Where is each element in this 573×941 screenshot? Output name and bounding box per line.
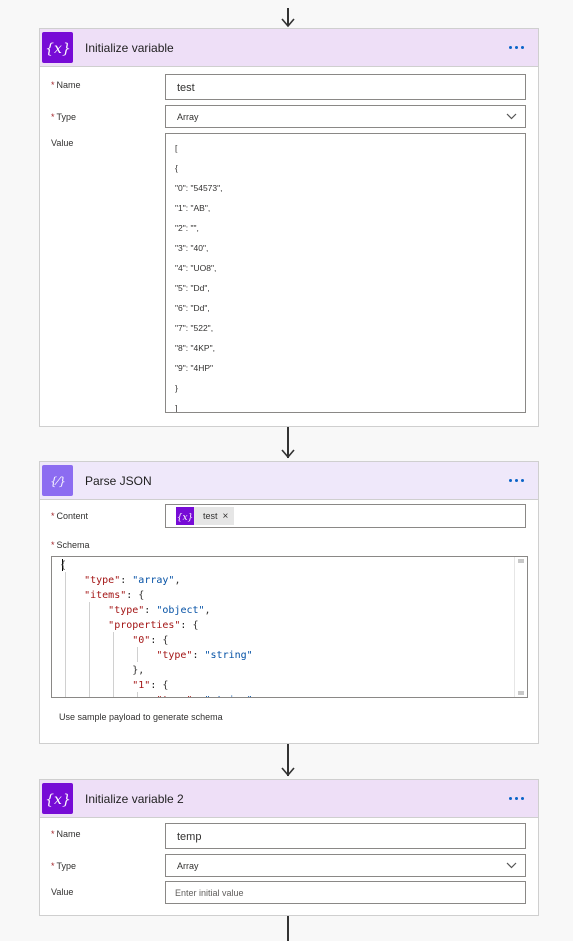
name-field[interactable]: test	[165, 74, 526, 100]
variable-brace-icon: {x}	[176, 507, 194, 525]
value-line: "1": "AB",	[175, 203, 211, 213]
card-title: Initialize variable 2	[85, 791, 184, 806]
schema-line: "type": "object",	[108, 605, 211, 616]
value-line: "2": "",	[175, 223, 199, 233]
token-label: test	[203, 511, 218, 521]
svg-text:{x}: {x}	[46, 792, 70, 808]
value-label: Value	[51, 138, 74, 148]
schema-line: {	[60, 560, 67, 571]
value-line: [	[175, 143, 178, 153]
value-line: ]	[175, 403, 178, 413]
name-label: * Name	[51, 80, 81, 90]
card-header[interactable]: {x} Initialize variable 2	[40, 780, 538, 818]
name-field[interactable]: temp	[165, 823, 526, 849]
content-label: * Content	[51, 511, 89, 521]
down-arrow-icon	[281, 8, 295, 28]
type-select[interactable]: Array	[165, 105, 526, 128]
parse-json-icon: {⁄}	[42, 465, 73, 496]
content-field[interactable]: {x} test ×	[165, 504, 526, 528]
down-arrow-icon	[281, 916, 295, 941]
initialize-variable-card: {x} Initialize variable * Name test * Type…	[39, 28, 539, 427]
card-title: Initialize variable	[85, 40, 174, 55]
more-dots-icon[interactable]	[502, 789, 530, 809]
close-icon[interactable]: ×	[223, 511, 229, 522]
card-header[interactable]: {x} Initialize variable	[40, 29, 538, 67]
schema-line: "1": {	[132, 680, 169, 691]
schema-scrollbar[interactable]	[514, 557, 527, 697]
svg-text:{x}: {x}	[177, 513, 193, 522]
schema-line: "type": "string"	[156, 650, 253, 661]
schema-line: "items": {	[84, 590, 145, 601]
type-select-value: Array	[177, 112, 199, 122]
value-line: "6": "Dd",	[175, 303, 210, 313]
schema-line: "type": "array",	[84, 575, 181, 586]
name-label: * Name	[51, 829, 81, 839]
initialize-variable-2-card: {x} Initialize variable 2 * Name temp * Ty…	[39, 779, 539, 916]
schema-line: "type": "string"	[60, 693, 252, 697]
more-dots-icon[interactable]	[502, 38, 530, 58]
card-header[interactable]: {⁄} Parse JSON	[40, 462, 538, 500]
parse-json-card: {⁄} Parse JSON * Content {x} test × * Sche…	[39, 461, 539, 744]
svg-text:{⁄}: {⁄}	[50, 475, 66, 488]
content-token[interactable]: {x} test ×	[176, 507, 235, 525]
chevron-down-icon	[506, 861, 517, 871]
value-textarea[interactable]: [ { "0": "54573", "1": "AB", "2": "", "3": "4…	[165, 133, 526, 413]
more-dots-icon[interactable]	[502, 471, 530, 491]
chevron-down-icon	[506, 112, 517, 122]
value-line: }	[175, 383, 178, 393]
value-field[interactable]: Enter initial value	[165, 881, 526, 904]
value-line: "4": "UO8",	[175, 263, 217, 273]
type-label: * Type	[51, 861, 77, 871]
type-select-value: Array	[177, 861, 199, 871]
schema-editor[interactable]: { "type": "array", "items": { "type": "o…	[51, 556, 528, 698]
down-arrow-icon	[281, 427, 295, 461]
sample-payload-link[interactable]: Use sample payload to generate schema	[59, 712, 223, 722]
type-select[interactable]: Array	[165, 854, 526, 877]
schema-label: * Schema	[51, 540, 90, 550]
value-label: Value	[51, 887, 74, 897]
value-line: "9": "4HP"	[175, 363, 214, 373]
variable-brace-icon: {x}	[42, 32, 73, 63]
value-line: "3": "40",	[175, 243, 209, 253]
value-line: "8": "4KP",	[175, 343, 215, 353]
schema-line: "properties": {	[108, 620, 199, 631]
value-line: "0": "54573",	[175, 183, 223, 193]
value-line: "5": "Dd",	[175, 283, 210, 293]
value-line: {	[175, 163, 178, 173]
schema-line: "0": {	[132, 635, 169, 646]
card-title: Parse JSON	[85, 473, 152, 488]
schema-line: },	[60, 665, 145, 676]
type-label: * Type	[51, 112, 77, 122]
variable-brace-icon: {x}	[42, 783, 73, 814]
svg-text:{x}: {x}	[46, 41, 70, 57]
down-arrow-icon	[281, 744, 295, 779]
value-line: "7": "522",	[175, 323, 214, 333]
